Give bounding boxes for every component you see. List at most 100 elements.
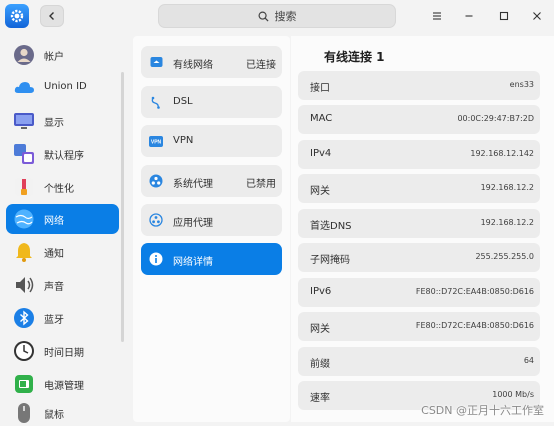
sidebar-item-default-apps[interactable]: 默认程序 xyxy=(6,139,119,169)
sidebar-item-label: 声音 xyxy=(44,282,64,293)
detail-row: 子网掩码 255.255.255.0 xyxy=(298,243,540,272)
sidebar-item-account[interactable]: 帐户 xyxy=(6,40,119,70)
sidebar-item-label: 电源管理 xyxy=(44,381,84,392)
mouse-icon xyxy=(12,401,36,425)
network-item-vpn[interactable]: VPN VPN xyxy=(141,125,282,157)
detail-value: 00:0C:29:47:B7:2D xyxy=(457,114,534,123)
maximize-icon xyxy=(499,11,509,21)
detail-key: IPv4 xyxy=(310,148,332,159)
detail-value: 1000 Mb/s xyxy=(492,390,534,399)
detail-row: IPv4 192.168.12.142 xyxy=(298,140,540,169)
network-item-label: 网络详情 xyxy=(173,257,213,268)
detail-value: 192.168.12.2 xyxy=(480,183,534,192)
detail-row: 网关 FE80::D72C:EA4B:0850:D616 xyxy=(298,312,540,341)
sidebar-item-label: 网络 xyxy=(44,216,64,227)
sidebar-item-sound[interactable]: 声音 xyxy=(6,270,119,300)
network-item-details[interactable]: 网络详情 xyxy=(141,243,282,275)
sidebar-item-bluetooth[interactable]: 蓝牙 xyxy=(6,303,119,333)
network-item-dsl[interactable]: DSL xyxy=(141,86,282,118)
settings-app-icon xyxy=(5,4,29,28)
search-placeholder: 搜索 xyxy=(274,10,297,23)
network-details-panel: 有线连接 1 接口 ens33 MAC 00:0C:29:47:B7:2D IP… xyxy=(291,36,554,422)
search-icon xyxy=(258,11,269,22)
detail-key: 网关 xyxy=(310,186,330,197)
network-item-wired[interactable]: 有线网络 已连接 xyxy=(141,46,282,78)
detail-key: 子网掩码 xyxy=(310,255,350,266)
search-input[interactable]: 搜索 xyxy=(158,4,396,28)
wired-network-icon xyxy=(149,55,163,69)
clock-icon xyxy=(12,339,36,363)
detail-key: 速率 xyxy=(310,393,330,404)
network-item-label: 应用代理 xyxy=(173,218,213,229)
sidebar-item-display[interactable]: 显示 xyxy=(6,106,119,136)
minimize-button[interactable] xyxy=(459,6,479,26)
detail-value: FE80::D72C:EA4B:0850:D616 xyxy=(415,321,534,330)
sidebar-item-power[interactable]: 电源管理 xyxy=(6,369,119,399)
app-proxy-icon xyxy=(149,213,163,227)
account-avatar-icon xyxy=(12,43,36,67)
network-item-app-proxy[interactable]: 应用代理 xyxy=(141,204,282,236)
detail-row: 首选DNS 192.168.12.2 xyxy=(298,209,540,238)
info-icon xyxy=(149,252,163,266)
cloud-icon xyxy=(12,76,36,100)
network-menu-panel: 有线网络 已连接 DSL VPN VPN 系统代理 已禁用 应用代理 网络详情 xyxy=(133,36,290,422)
sidebar-item-label: 个性化 xyxy=(44,184,74,195)
sidebar-item-label: 蓝牙 xyxy=(44,315,64,326)
title-bar: 搜索 xyxy=(0,0,554,32)
sidebar-item-union-id[interactable]: Union ID xyxy=(6,73,119,103)
vpn-icon: VPN xyxy=(149,134,163,148)
sidebar-scrollbar[interactable] xyxy=(121,72,124,342)
sidebar-item-label: 显示 xyxy=(44,118,64,129)
network-item-system-proxy[interactable]: 系统代理 已禁用 xyxy=(141,165,282,197)
sidebar-item-label: Union ID xyxy=(44,81,87,92)
detail-key: 前缀 xyxy=(310,359,330,370)
detail-value: ens33 xyxy=(509,80,534,89)
sidebar-item-label: 帐户 xyxy=(44,52,64,63)
personalization-icon xyxy=(12,175,36,199)
close-button[interactable] xyxy=(527,6,547,26)
back-button[interactable] xyxy=(40,5,64,27)
detail-value: 255.255.255.0 xyxy=(475,252,534,261)
monitor-icon xyxy=(12,109,36,133)
network-item-status: 已连接 xyxy=(246,60,276,71)
detail-row: 接口 ens33 xyxy=(298,71,540,100)
system-proxy-icon xyxy=(149,174,163,188)
watermark: CSDN @正月十六工作室 xyxy=(421,404,544,417)
sidebar-item-label: 时间日期 xyxy=(44,348,84,359)
sidebar-item-label: 默认程序 xyxy=(44,151,84,162)
sidebar-item-datetime[interactable]: 时间日期 xyxy=(6,336,119,366)
detail-key: MAC xyxy=(310,113,333,124)
sidebar-item-network[interactable]: 网络 xyxy=(6,204,119,234)
detail-row: MAC 00:0C:29:47:B7:2D xyxy=(298,105,540,134)
network-item-label: 有线网络 xyxy=(173,60,213,71)
sidebar-item-label: 通知 xyxy=(44,249,64,260)
menu-button[interactable] xyxy=(427,6,447,26)
detail-key: 接口 xyxy=(310,83,330,94)
detail-row: 前缀 64 xyxy=(298,347,540,376)
connection-title: 有线连接 1 xyxy=(324,50,385,64)
close-icon xyxy=(533,12,541,20)
detail-value: 192.168.12.2 xyxy=(480,218,534,227)
detail-value: FE80::D72C:EA4B:0850:D616 xyxy=(415,287,534,296)
dsl-icon xyxy=(149,95,163,109)
sidebar-item-personalization[interactable]: 个性化 xyxy=(6,172,119,202)
detail-key: 首选DNS xyxy=(310,221,352,232)
battery-icon xyxy=(12,372,36,396)
detail-key: IPv6 xyxy=(310,286,332,297)
bell-icon xyxy=(12,240,36,264)
network-item-status: 已禁用 xyxy=(246,179,276,190)
network-item-label: VPN xyxy=(173,135,194,146)
default-apps-icon xyxy=(12,142,36,166)
svg-text:VPN: VPN xyxy=(151,139,162,145)
network-item-label: DSL xyxy=(173,96,193,107)
globe-network-icon xyxy=(12,207,36,231)
speaker-icon xyxy=(12,273,36,297)
detail-value: 64 xyxy=(523,356,534,365)
sidebar-item-mouse[interactable]: 鼠标 xyxy=(6,398,119,426)
minimize-icon xyxy=(465,15,473,17)
sidebar-item-notification[interactable]: 通知 xyxy=(6,237,119,267)
detail-value: 192.168.12.142 xyxy=(470,149,534,158)
bluetooth-icon xyxy=(12,306,36,330)
maximize-button[interactable] xyxy=(494,6,514,26)
detail-key: 网关 xyxy=(310,324,330,335)
